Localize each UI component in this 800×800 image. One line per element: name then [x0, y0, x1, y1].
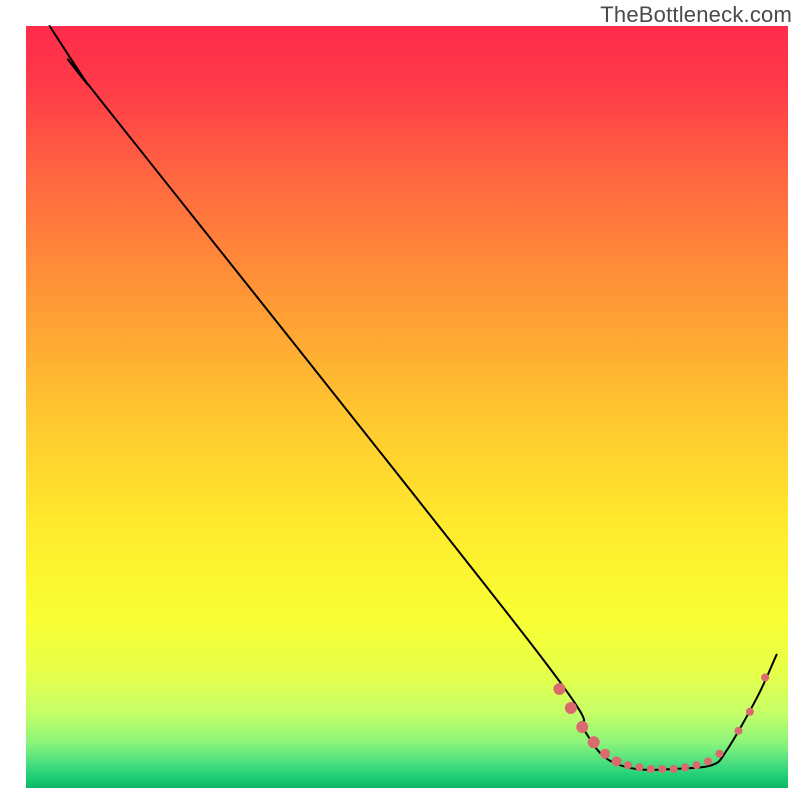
- curve-marker: [624, 761, 632, 769]
- curve-marker: [647, 765, 655, 773]
- curve-marker: [658, 765, 666, 773]
- curve-marker: [681, 763, 689, 771]
- plot-background: [26, 26, 788, 788]
- curve-marker: [704, 757, 712, 765]
- chart-stage: TheBottleneck.com: [0, 0, 800, 800]
- curve-marker: [576, 721, 588, 733]
- bottleneck-chart: [0, 0, 800, 800]
- curve-marker: [635, 763, 643, 771]
- curve-marker: [600, 749, 610, 759]
- curve-marker: [565, 702, 577, 714]
- curve-marker: [612, 756, 622, 766]
- curve-marker: [693, 761, 701, 769]
- curve-marker: [553, 683, 565, 695]
- curve-marker: [761, 674, 769, 682]
- watermark-label: TheBottleneck.com: [600, 2, 792, 28]
- curve-marker: [670, 765, 678, 773]
- curve-marker: [746, 708, 754, 716]
- curve-marker: [734, 727, 742, 735]
- curve-marker: [588, 736, 600, 748]
- curve-marker: [715, 750, 723, 758]
